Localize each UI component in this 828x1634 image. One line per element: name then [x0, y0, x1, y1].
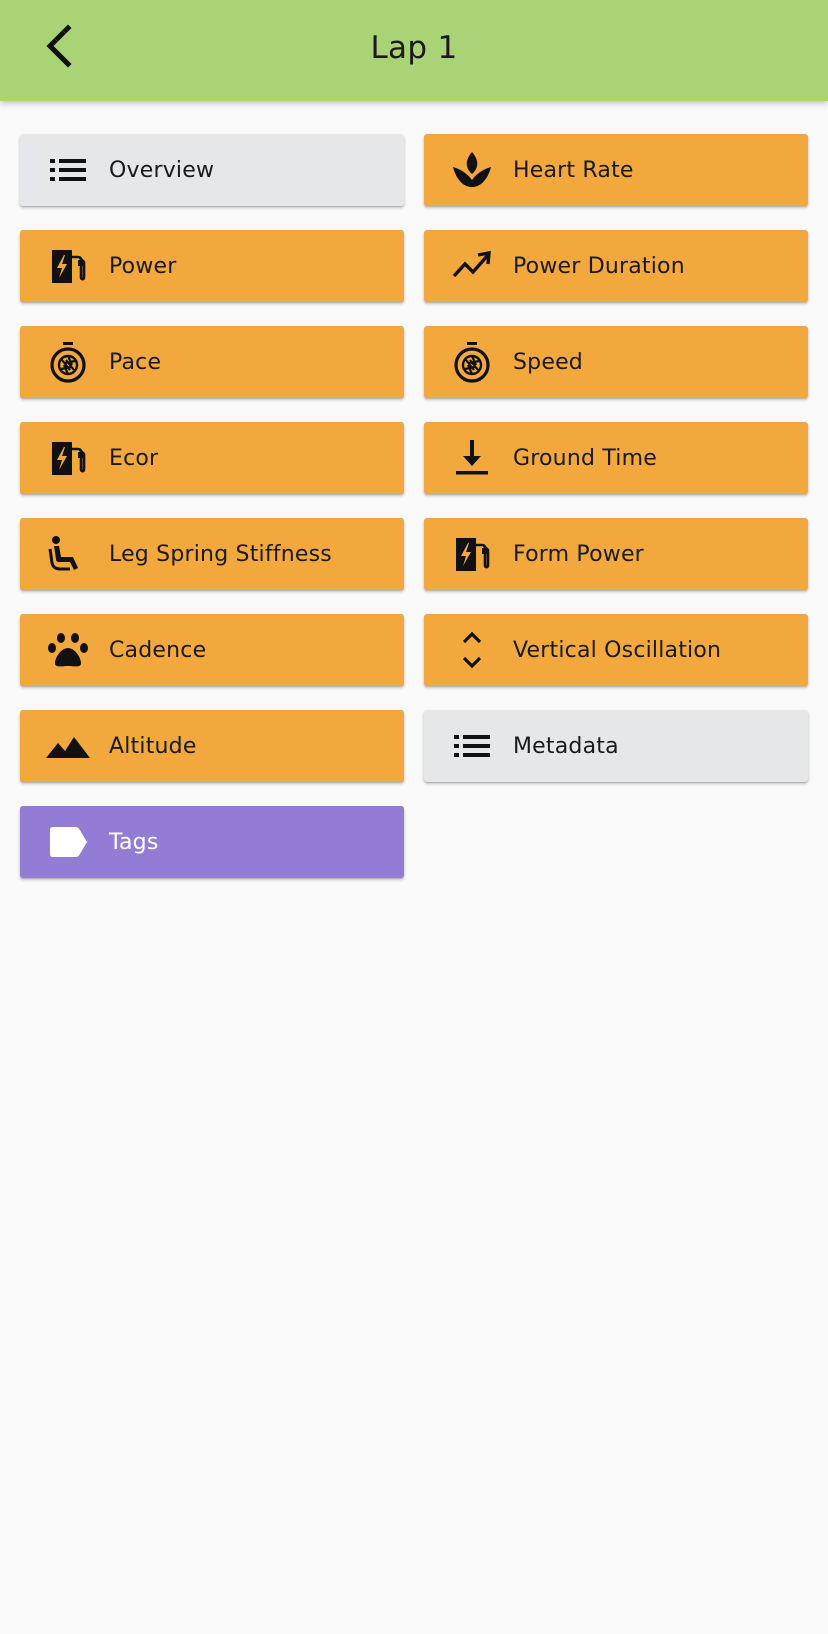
download-arrow-icon [448, 434, 496, 482]
tile-label: Overview [109, 157, 215, 183]
tile-pace[interactable]: Pace [20, 326, 404, 398]
tile-label: Ground Time [513, 445, 657, 471]
stopwatch-icon [448, 338, 496, 386]
tile-label: Leg Spring Stiffness [109, 541, 332, 567]
tile-label: Power [109, 253, 177, 279]
page-title: Lap 1 [370, 30, 458, 66]
tile-overview[interactable]: Overview [20, 134, 404, 206]
tile-label: Tags [109, 829, 159, 855]
tile-heart-rate[interactable]: Heart Rate [424, 134, 808, 206]
tile-power-duration[interactable]: Power Duration [424, 230, 808, 302]
trending-up-icon [448, 242, 496, 290]
app-bar: Lap 1 [0, 0, 828, 101]
seat-person-icon [44, 530, 92, 578]
ev-station-icon [44, 434, 92, 482]
tile-speed[interactable]: Speed [424, 326, 808, 398]
tile-label: Power Duration [513, 253, 685, 279]
expand-vertical-icon [448, 626, 496, 674]
tile-power[interactable]: Power [20, 230, 404, 302]
mountains-icon [44, 722, 92, 770]
tile-label: Pace [109, 349, 162, 375]
ev-station-icon [44, 242, 92, 290]
tile-label: Cadence [109, 637, 207, 663]
tile-label: Metadata [513, 733, 619, 759]
tile-label: Ecor [109, 445, 159, 471]
tile-cadence[interactable]: Cadence [20, 614, 404, 686]
metrics-grid: Overview Heart Rate Power Power Duration Pac… [20, 134, 808, 878]
tag-icon [44, 818, 92, 866]
tile-label: Altitude [109, 733, 197, 759]
list-icon [448, 722, 496, 770]
paw-icon [44, 626, 92, 674]
ev-station-icon [448, 530, 496, 578]
tile-label: Heart Rate [513, 157, 634, 183]
tile-leg-spring-stiffness[interactable]: Leg Spring Stiffness [20, 518, 404, 590]
tile-ecor[interactable]: Ecor [20, 422, 404, 494]
tile-label: Vertical Oscillation [513, 637, 722, 663]
list-icon [44, 146, 92, 194]
tile-label: Speed [513, 349, 583, 375]
tile-ground-time[interactable]: Ground Time [424, 422, 808, 494]
stopwatch-icon [44, 338, 92, 386]
lotus-icon [448, 146, 496, 194]
tile-form-power[interactable]: Form Power [424, 518, 808, 590]
tile-altitude[interactable]: Altitude [20, 710, 404, 782]
tile-vertical-oscillation[interactable]: Vertical Oscillation [424, 614, 808, 686]
tile-tags[interactable]: Tags [20, 806, 404, 878]
tile-label: Form Power [513, 541, 644, 567]
tile-metadata[interactable]: Metadata [424, 710, 808, 782]
